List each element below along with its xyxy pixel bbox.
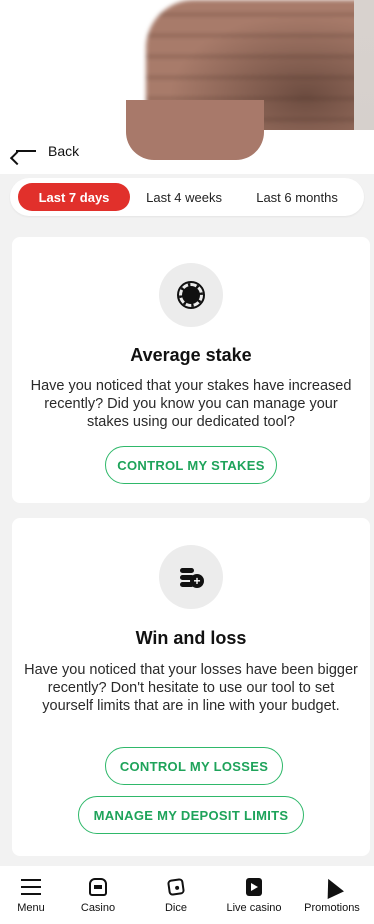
slot-machine-icon [89,878,107,896]
nav-label: Live casino [226,902,282,914]
phone-notch [126,100,264,160]
tab-last-6-months[interactable]: Last 6 months [238,183,356,211]
tab-last-7-days[interactable]: Last 7 days [18,183,131,211]
nav-label: Casino [80,902,116,914]
card-description: Have you noticed that your stakes have i… [30,378,352,430]
nav-label: Menu [17,902,45,914]
nav-label: Dice [164,902,187,914]
live-casino-icon [246,878,262,896]
average-stake-card: Average stake Have you noticed that your… [12,237,370,503]
control-my-stakes-button[interactable]: CONTROL MY STAKES [105,446,277,484]
nav-label: Promotions [304,902,360,914]
nav-promotions[interactable]: Promotions [296,866,368,924]
tab-last-4-weeks[interactable]: Last 4 weeks [130,183,238,211]
win-and-loss-card: + Win and loss Have you noticed that you… [12,518,370,856]
nav-menu[interactable]: Menu [6,866,56,924]
poker-chip-icon [177,281,205,309]
control-my-losses-button[interactable]: CONTROL MY LOSSES [105,747,283,785]
coins-add-icon: + [178,564,204,590]
card-description: Have you noticed that your losses have b… [24,662,358,714]
back-arrow-icon [14,144,36,158]
card-title: Average stake [130,345,252,365]
back-button[interactable]: Back [14,140,79,162]
nav-casino[interactable]: Casino [62,866,134,924]
period-tabs: Last 7 days Last 4 weeks Last 6 months [10,178,364,216]
dice-icon [166,877,186,897]
bottom-navigation: Menu Casino Dice Live casino Promotions [0,866,374,924]
nav-live-casino[interactable]: Live casino [218,866,290,924]
menu-icon [20,876,42,898]
icon-badge [159,263,223,327]
promotions-icon [320,875,344,899]
icon-badge: + [159,545,223,609]
manage-deposit-limits-button[interactable]: MANAGE MY DEPOSIT LIMITS [78,796,304,834]
nav-dice[interactable]: Dice [140,866,212,924]
back-label: Back [48,143,80,159]
card-title: Win and loss [135,628,247,648]
